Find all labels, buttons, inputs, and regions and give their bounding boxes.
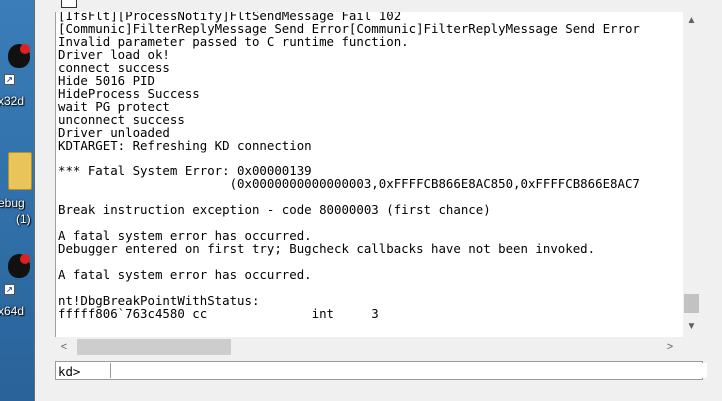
output-line: Debugger entered on first try; Bugcheck … bbox=[58, 241, 596, 257]
horizontal-scrollbar[interactable]: < > bbox=[55, 337, 683, 357]
scroll-right-icon[interactable]: > bbox=[661, 337, 679, 357]
debugger-window: [IfsFlt][ProcessNotify]FltSendMessage Fa… bbox=[34, 0, 722, 401]
shortcut-arrow-icon: ↗ bbox=[4, 74, 15, 85]
scroll-down-icon[interactable]: ▼ bbox=[683, 318, 700, 335]
desktop-background: ↗ x32d ebug (1) ↗ x64d bbox=[0, 0, 34, 401]
badge-icon bbox=[20, 254, 30, 264]
badge-icon bbox=[20, 44, 30, 54]
command-output-text: [IfsFlt][ProcessNotify]FltSendMessage Fa… bbox=[56, 12, 640, 321]
command-output-pane[interactable]: [IfsFlt][ProcessNotify]FltSendMessage Fa… bbox=[55, 12, 684, 337]
window-system-icon[interactable] bbox=[61, 0, 77, 8]
kd-prompt: kd> bbox=[58, 364, 81, 379]
vertical-scrollbar[interactable]: ▲ ▼ bbox=[683, 12, 700, 337]
scroll-up-icon[interactable]: ▲ bbox=[683, 12, 700, 29]
shortcut-arrow-icon: ↗ bbox=[4, 284, 15, 295]
desktop-icon-label: x32d bbox=[0, 94, 25, 108]
output-line: KDTARGET: Refreshing KD connection bbox=[58, 137, 312, 153]
window-top-edge bbox=[35, 0, 722, 12]
vertical-scroll-thumb[interactable] bbox=[684, 294, 699, 313]
desktop-icon-label: ebug bbox=[0, 196, 25, 210]
desktop-icon-folder[interactable]: ebug (1) bbox=[0, 148, 32, 238]
command-bar: kd> bbox=[55, 361, 707, 380]
desktop-icon-label: x64d bbox=[0, 304, 25, 318]
window-right-margin bbox=[703, 0, 722, 401]
output-line: Break instruction exception - code 80000… bbox=[58, 202, 491, 218]
command-input[interactable] bbox=[110, 363, 707, 378]
output-line: A fatal system error has occurred. bbox=[58, 267, 312, 283]
scroll-left-icon[interactable]: < bbox=[55, 337, 73, 357]
output-line: (0x0000000000000003,0xFFFFCB866E8AC850,0… bbox=[58, 176, 640, 192]
desktop-icon-sublabel: (1) bbox=[16, 212, 31, 226]
folder-icon bbox=[8, 152, 32, 190]
desktop-icon-x32dbg[interactable]: ↗ x32d bbox=[0, 38, 32, 108]
desktop-icon-x64dbg[interactable]: ↗ x64d bbox=[0, 248, 32, 328]
horizontal-scroll-thumb[interactable] bbox=[77, 339, 231, 355]
output-line: fffff806`763c4580 cc int 3 bbox=[58, 305, 379, 321]
